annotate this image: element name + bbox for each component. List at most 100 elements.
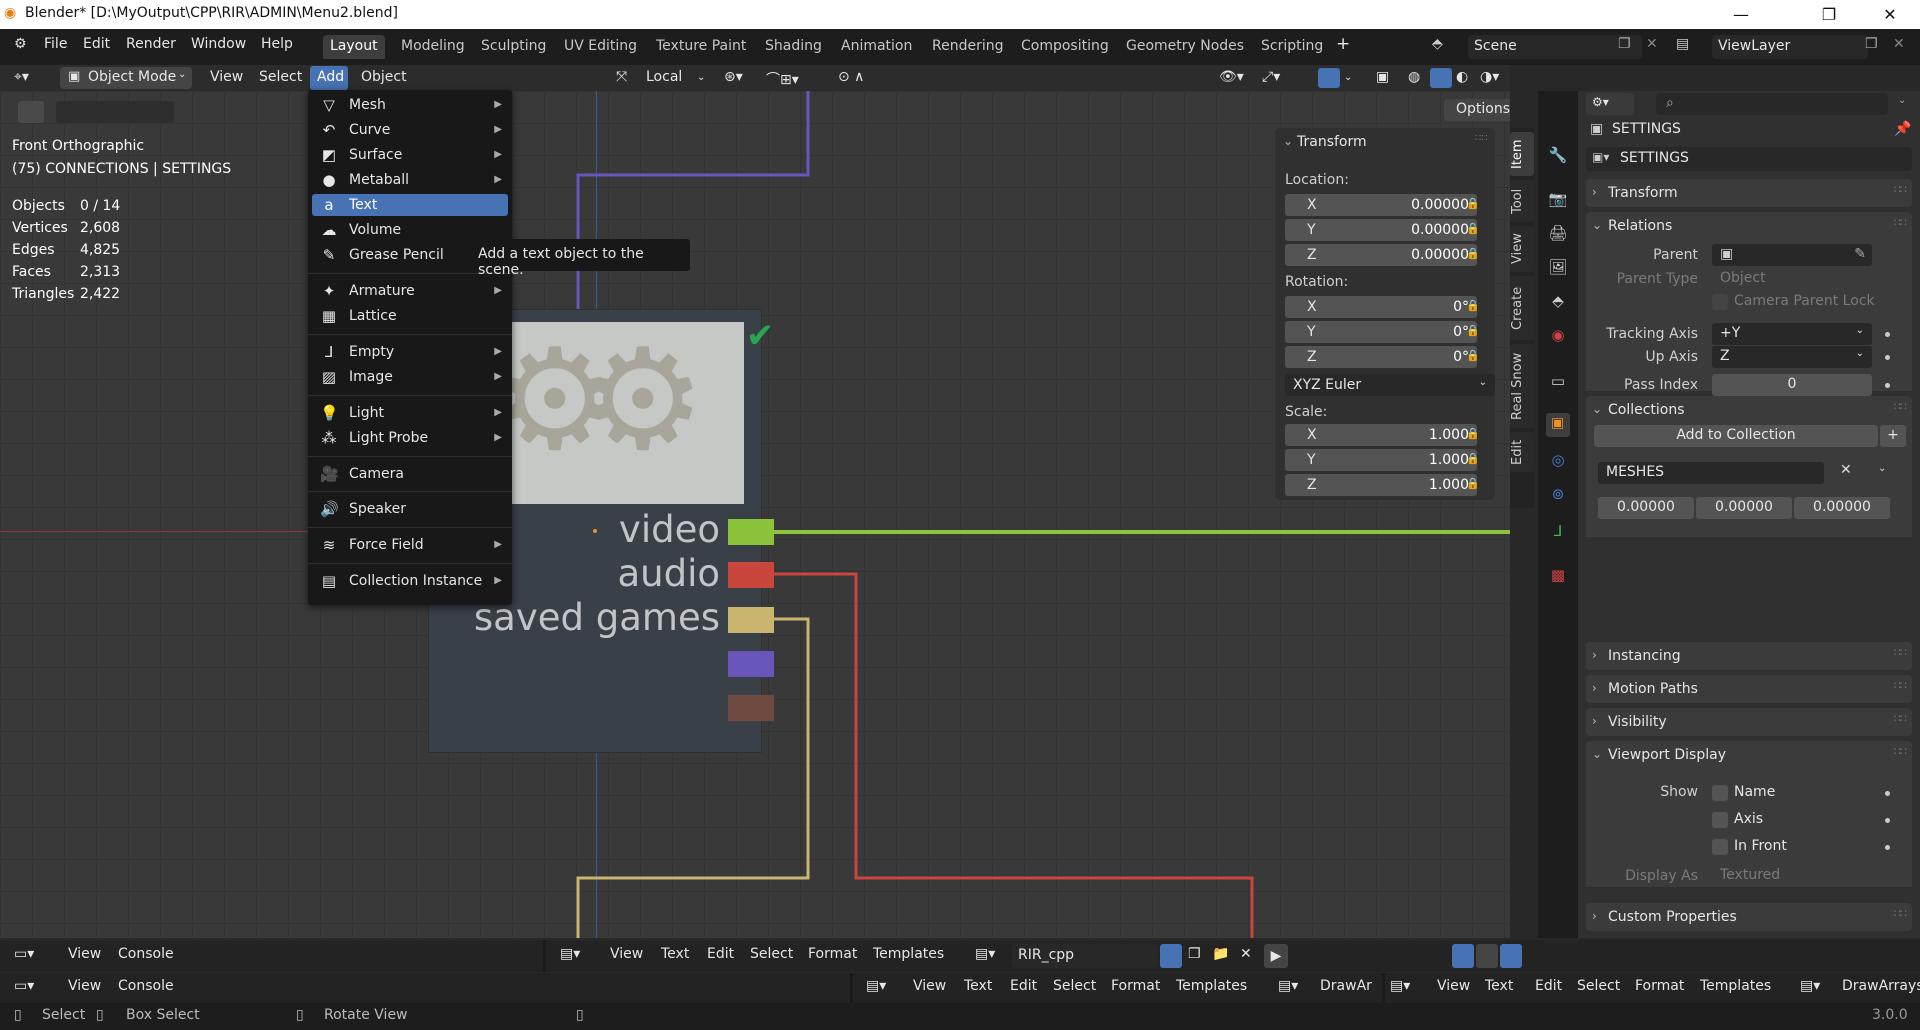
tool-icon[interactable]: 🔧 xyxy=(1548,145,1568,165)
scene-field[interactable]: Scene xyxy=(1468,35,1642,59)
text-menu-edit[interactable]: Edit xyxy=(707,946,734,962)
menu-file[interactable]: File xyxy=(44,36,67,52)
tab-animation[interactable]: Animation xyxy=(834,35,919,59)
scene-icon[interactable]: ⬘ xyxy=(1548,291,1568,311)
text-menu-templates[interactable]: Templates xyxy=(873,946,944,962)
add-to-collection-button[interactable]: Add to Collection xyxy=(1594,425,1878,447)
text-menu-view[interactable]: View xyxy=(913,978,946,994)
lock-icon[interactable]: 🔒 xyxy=(1466,197,1480,211)
visibility-icon[interactable]: 👁▾ xyxy=(1219,69,1244,85)
menu-item-text[interactable]: a Text xyxy=(312,194,508,216)
menu-help[interactable]: Help xyxy=(261,36,293,52)
run-script-icon[interactable]: ▶ xyxy=(1264,944,1288,968)
menu-render[interactable]: Render xyxy=(126,36,176,52)
maximize-icon[interactable]: ❐ xyxy=(1801,0,1857,29)
text-menu-view[interactable]: View xyxy=(1437,978,1470,994)
new-view-layer-icon[interactable]: ❐ xyxy=(1865,36,1878,52)
viewport-menu-add-active[interactable]: Add xyxy=(310,66,348,90)
tab-tool[interactable]: Tool xyxy=(1510,180,1534,222)
tab-item[interactable]: Item xyxy=(1510,132,1534,176)
scene-icon[interactable]: ⬘ xyxy=(1432,36,1443,52)
text-file-field[interactable]: DrawAr xyxy=(1320,978,1372,994)
location-x-field[interactable]: X 0.00000 xyxy=(1285,194,1477,216)
overlays-icon[interactable] xyxy=(1318,68,1340,88)
rotation-x-field[interactable]: X 0° xyxy=(1285,296,1477,318)
rotation-y-field[interactable]: Y 0° xyxy=(1285,321,1477,343)
menu-item-speaker[interactable]: 🔊 Speaker xyxy=(312,498,508,520)
tab-shading[interactable]: Shading xyxy=(758,35,829,59)
tab-create[interactable]: Create xyxy=(1510,276,1534,340)
pass-index-field[interactable]: 0 xyxy=(1712,374,1872,396)
lock-icon[interactable]: 🔒 xyxy=(1466,427,1480,441)
tab-compositing[interactable]: Compositing xyxy=(1014,35,1116,59)
add-icon[interactable]: + xyxy=(1880,425,1906,447)
display-as-dropdown[interactable]: Textured xyxy=(1712,865,1872,887)
section-viewport-display[interactable]: ⌄ Viewport Display ∷∷ xyxy=(1586,741,1912,769)
open-text-icon[interactable]: 📁 xyxy=(1212,946,1229,962)
transform-orientation-icon[interactable]: ⤧ xyxy=(616,69,627,85)
collection-name-field[interactable]: MESHES xyxy=(1598,462,1824,484)
unlink-text-icon[interactable]: ✕ xyxy=(1240,946,1252,962)
console-editor-icon[interactable]: ▭▾ xyxy=(14,946,34,962)
console-editor-icon[interactable]: ▭▾ xyxy=(14,978,34,994)
wireframe-shading-icon[interactable]: ◍ xyxy=(1408,69,1420,85)
menu-item-metaball[interactable]: ● Metaball ▶ xyxy=(312,169,508,191)
menu-edit[interactable]: Edit xyxy=(83,36,110,52)
section-motion-paths[interactable]: › Motion Paths ∷∷ xyxy=(1586,675,1912,703)
rotation-z-field[interactable]: Z 0° xyxy=(1285,346,1477,368)
camera-parent-lock-checkbox[interactable] xyxy=(1712,294,1728,310)
tab-uv-editing[interactable]: UV Editing xyxy=(557,35,644,59)
text-menu-templates[interactable]: Templates xyxy=(1176,978,1247,994)
show-in-front-checkbox[interactable] xyxy=(1712,839,1728,855)
text-menu-edit[interactable]: Edit xyxy=(1010,978,1037,994)
add-workspace-icon[interactable]: + xyxy=(1336,34,1350,54)
console-menu-console[interactable]: Console xyxy=(118,978,174,994)
text-menu-templates[interactable]: Templates xyxy=(1700,978,1771,994)
menu-item-light-probe[interactable]: ⁂ Light Probe ▶ xyxy=(312,427,508,449)
gizmo-icon[interactable]: ⤢▾ xyxy=(1262,69,1280,85)
render-icon[interactable]: 📷 xyxy=(1548,189,1568,209)
text-menu-format[interactable]: Format xyxy=(1111,978,1160,994)
text-menu-format[interactable]: Format xyxy=(1635,978,1684,994)
chevron-down-icon[interactable]: ⌄ xyxy=(1878,463,1886,474)
parent-field[interactable]: ▣ ✎ xyxy=(1712,244,1872,266)
menu-item-force-field[interactable]: ≋ Force Field ▶ xyxy=(312,534,508,556)
keyframe-dot[interactable] xyxy=(1885,791,1890,796)
menu-item-light[interactable]: 💡 Light ▶ xyxy=(312,402,508,424)
text-menu-edit[interactable]: Edit xyxy=(1535,978,1562,994)
object-properties-tab[interactable]: ▣ xyxy=(1546,413,1570,437)
pivot-point-icon[interactable]: ⊛▾ xyxy=(724,69,743,85)
tab-geometry-nodes[interactable]: Geometry Nodes xyxy=(1119,35,1251,59)
menu-item-camera[interactable]: 🎥 Camera xyxy=(312,463,508,485)
text-datablock-icon[interactable]: ▤▾ xyxy=(1278,978,1298,994)
lock-icon[interactable]: 🔒 xyxy=(1466,349,1480,363)
close-icon[interactable]: ✕ xyxy=(1862,0,1918,29)
menu-item-surface[interactable]: ◩ Surface ▶ xyxy=(312,144,508,166)
keyframe-dot[interactable] xyxy=(1885,383,1890,388)
section-custom-properties[interactable]: › Custom Properties ∷∷ xyxy=(1586,903,1912,931)
menu-item-volume[interactable]: ☁ Volume xyxy=(312,219,508,241)
chevron-down-icon[interactable]: ⌄ xyxy=(1283,134,1293,148)
minimize-icon[interactable]: — xyxy=(1713,0,1769,29)
keyframe-dot[interactable] xyxy=(1885,355,1890,360)
text-menu-text[interactable]: Text xyxy=(1485,978,1513,994)
mode-dropdown[interactable]: ▣ Object Mode ⌄ xyxy=(60,67,192,89)
pin-icon[interactable]: 📌 xyxy=(1894,121,1911,137)
show-axis-checkbox[interactable] xyxy=(1712,812,1728,828)
text-datablock-icon[interactable]: ▤▾ xyxy=(975,946,995,962)
tab-edit[interactable]: Edit xyxy=(1510,432,1534,472)
lock-icon[interactable]: 🔒 xyxy=(1466,222,1480,236)
menu-window[interactable]: Window xyxy=(191,36,246,52)
lock-icon[interactable]: 🔒 xyxy=(1466,452,1480,466)
text-file-field[interactable]: DrawArrays xyxy=(1842,978,1920,994)
text-editor-icon[interactable]: ▤▾ xyxy=(866,978,886,994)
world-icon[interactable]: ◉ xyxy=(1548,325,1568,345)
remove-collection-icon[interactable]: ✕ xyxy=(1840,462,1852,478)
show-name-checkbox[interactable] xyxy=(1712,785,1728,801)
panel-grip-icon[interactable]: ∷∷ xyxy=(1475,133,1488,144)
rotation-mode-dropdown[interactable]: XYZ Euler ⌄ xyxy=(1285,374,1495,396)
console-menu-console[interactable]: Console xyxy=(118,946,174,962)
location-z-field[interactable]: Z 0.00000 xyxy=(1285,244,1477,266)
scale-y-field[interactable]: Y 1.000 xyxy=(1285,449,1477,471)
text-datablock-icon[interactable]: ▤▾ xyxy=(1800,978,1820,994)
